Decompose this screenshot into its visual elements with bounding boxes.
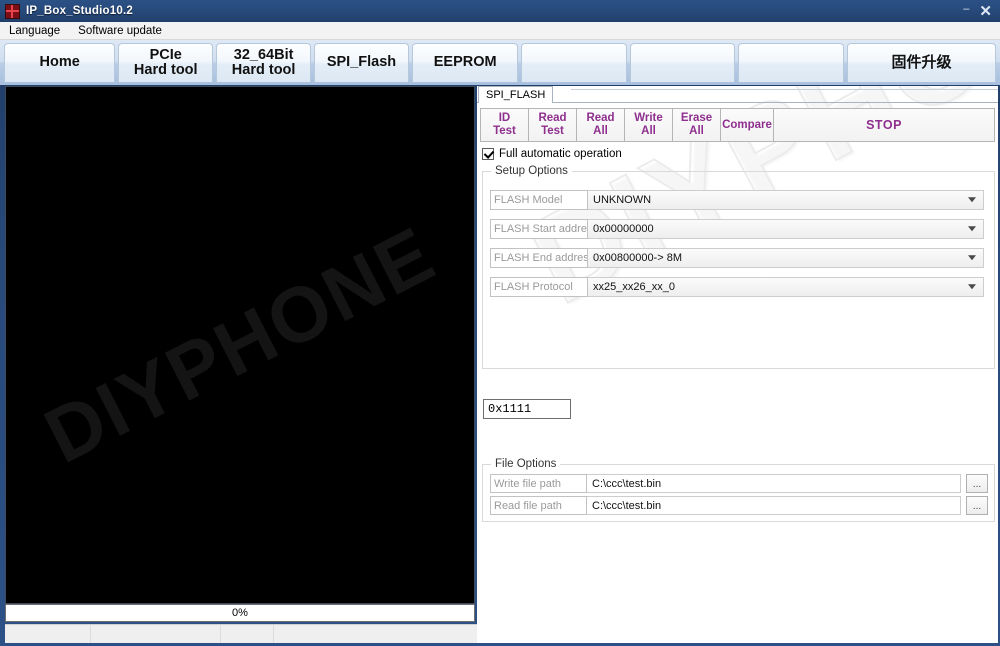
chevron-down-icon[interactable] bbox=[968, 226, 976, 232]
close-icon[interactable]: ✕ bbox=[979, 4, 992, 19]
action-button-row: ID Test Read Test Read All Write All Era… bbox=[480, 108, 995, 142]
minimize-icon[interactable]: – bbox=[963, 3, 969, 15]
read-file-browse-button[interactable]: ... bbox=[966, 496, 988, 515]
tab-firmware-upgrade[interactable]: 固件升级 bbox=[846, 43, 997, 82]
status-cell-2 bbox=[91, 625, 221, 643]
erase-all-button[interactable]: Erase All bbox=[673, 109, 721, 141]
field-flash-model[interactable]: FLASH Model UNKNOWN bbox=[490, 190, 984, 210]
flash-end-address-select[interactable]: 0x00800000-> 8M bbox=[588, 248, 984, 268]
chevron-down-icon[interactable] bbox=[968, 197, 976, 203]
status-bar bbox=[5, 624, 477, 643]
read-all-button[interactable]: Read All bbox=[577, 109, 625, 141]
tab-blank-1[interactable] bbox=[521, 43, 627, 82]
progress-bar: 0% bbox=[5, 604, 475, 622]
menu-bar: Language Software update bbox=[0, 22, 1000, 40]
tab-pcie-hard-tool[interactable]: PCIe Hard tool bbox=[118, 43, 214, 82]
file-options-group: File Options Write file path C:\ccc\test… bbox=[482, 458, 995, 522]
sheet-tab-strip: SPI_FLASH bbox=[477, 86, 998, 103]
write-file-path-row: Write file path C:\ccc\test.bin ... bbox=[490, 474, 988, 493]
tab-32-64bit-hard-tool[interactable]: 32_64Bit Hard tool bbox=[216, 43, 312, 82]
field-flash-protocol[interactable]: FLASH Protocol xx25_xx26_xx_0 bbox=[490, 277, 984, 297]
setup-options-group: Setup Options FLASH Model UNKNOWN FLASH … bbox=[482, 165, 995, 369]
read-file-path-input[interactable]: C:\ccc\test.bin bbox=[587, 496, 961, 515]
flash-model-label: FLASH Model bbox=[490, 190, 588, 210]
write-file-path-input[interactable]: C:\ccc\test.bin bbox=[587, 474, 961, 493]
spi-flash-pane: DIYPHONE SPI_FLASH ID Test Read Test Rea… bbox=[477, 86, 998, 643]
flash-start-address-select[interactable]: 0x00000000 bbox=[588, 219, 984, 239]
flash-protocol-value: xx25_xx26_xx_0 bbox=[593, 281, 675, 293]
window-title: IP_Box_Studio10.2 bbox=[26, 5, 133, 17]
application-window: IP_Box_Studio10.2 – ✕ Language Software … bbox=[0, 0, 1000, 646]
watermark-text: DIYPHONE bbox=[31, 209, 449, 480]
flash-model-select[interactable]: UNKNOWN bbox=[588, 190, 984, 210]
tab-sheet-spi-flash[interactable]: SPI_FLASH bbox=[478, 86, 554, 103]
status-cell-1 bbox=[5, 625, 91, 643]
field-flash-end-address[interactable]: FLASH End address 0x00800000-> 8M bbox=[490, 248, 984, 268]
read-file-path-label: Read file path bbox=[490, 496, 587, 515]
compare-button[interactable]: Compare bbox=[721, 109, 774, 141]
preview-panel[interactable]: DIYPHONE bbox=[5, 86, 475, 604]
write-all-button[interactable]: Write All bbox=[625, 109, 673, 141]
menu-item-language[interactable]: Language bbox=[0, 22, 69, 40]
window-controls: – ✕ bbox=[963, 3, 1000, 19]
menu-item-software-update[interactable]: Software update bbox=[69, 22, 171, 40]
flash-end-address-label: FLASH End address bbox=[490, 248, 588, 268]
chevron-down-icon[interactable] bbox=[968, 284, 976, 290]
flash-start-address-value: 0x00000000 bbox=[593, 223, 654, 235]
tab-blank-2[interactable] bbox=[629, 43, 736, 82]
status-cell-4 bbox=[274, 625, 477, 643]
title-bar: IP_Box_Studio10.2 – ✕ bbox=[0, 0, 1000, 22]
id-test-button[interactable]: ID Test bbox=[481, 109, 529, 141]
flash-end-address-value: 0x00800000-> 8M bbox=[593, 252, 682, 264]
ribbon-tab-strip: Home PCIe Hard tool 32_64Bit Hard tool S… bbox=[0, 40, 1000, 85]
stop-button[interactable]: STOP bbox=[774, 109, 994, 141]
flash-model-value: UNKNOWN bbox=[593, 194, 652, 206]
file-options-title: File Options bbox=[491, 458, 561, 470]
hex-value-input[interactable]: 0x1111 bbox=[483, 399, 571, 419]
full-automatic-operation-checkbox[interactable]: Full automatic operation bbox=[482, 148, 622, 160]
status-cell-3 bbox=[221, 625, 274, 643]
progress-label: 0% bbox=[232, 607, 248, 619]
read-test-button[interactable]: Read Test bbox=[529, 109, 577, 141]
tab-eeprom[interactable]: EEPROM bbox=[411, 43, 519, 82]
write-file-browse-button[interactable]: ... bbox=[966, 474, 988, 493]
field-flash-start-address[interactable]: FLASH Start address 0x00000000 bbox=[490, 219, 984, 239]
checkbox-check-icon[interactable] bbox=[482, 148, 494, 160]
chevron-down-icon[interactable] bbox=[968, 255, 976, 261]
setup-options-title: Setup Options bbox=[491, 165, 572, 177]
flash-protocol-label: FLASH Protocol bbox=[490, 277, 588, 297]
flash-protocol-select[interactable]: xx25_xx26_xx_0 bbox=[588, 277, 984, 297]
write-file-path-label: Write file path bbox=[490, 474, 587, 493]
flash-start-address-label: FLASH Start address bbox=[490, 219, 588, 239]
tab-home[interactable]: Home bbox=[4, 43, 116, 82]
tab-strip-filler bbox=[571, 89, 998, 103]
read-file-path-row: Read file path C:\ccc\test.bin ... bbox=[490, 496, 988, 515]
full-automatic-operation-label: Full automatic operation bbox=[499, 148, 622, 160]
app-grid-icon bbox=[5, 3, 20, 19]
tab-spi-flash[interactable]: SPI_Flash bbox=[314, 43, 409, 82]
tab-blank-3[interactable] bbox=[738, 43, 844, 82]
